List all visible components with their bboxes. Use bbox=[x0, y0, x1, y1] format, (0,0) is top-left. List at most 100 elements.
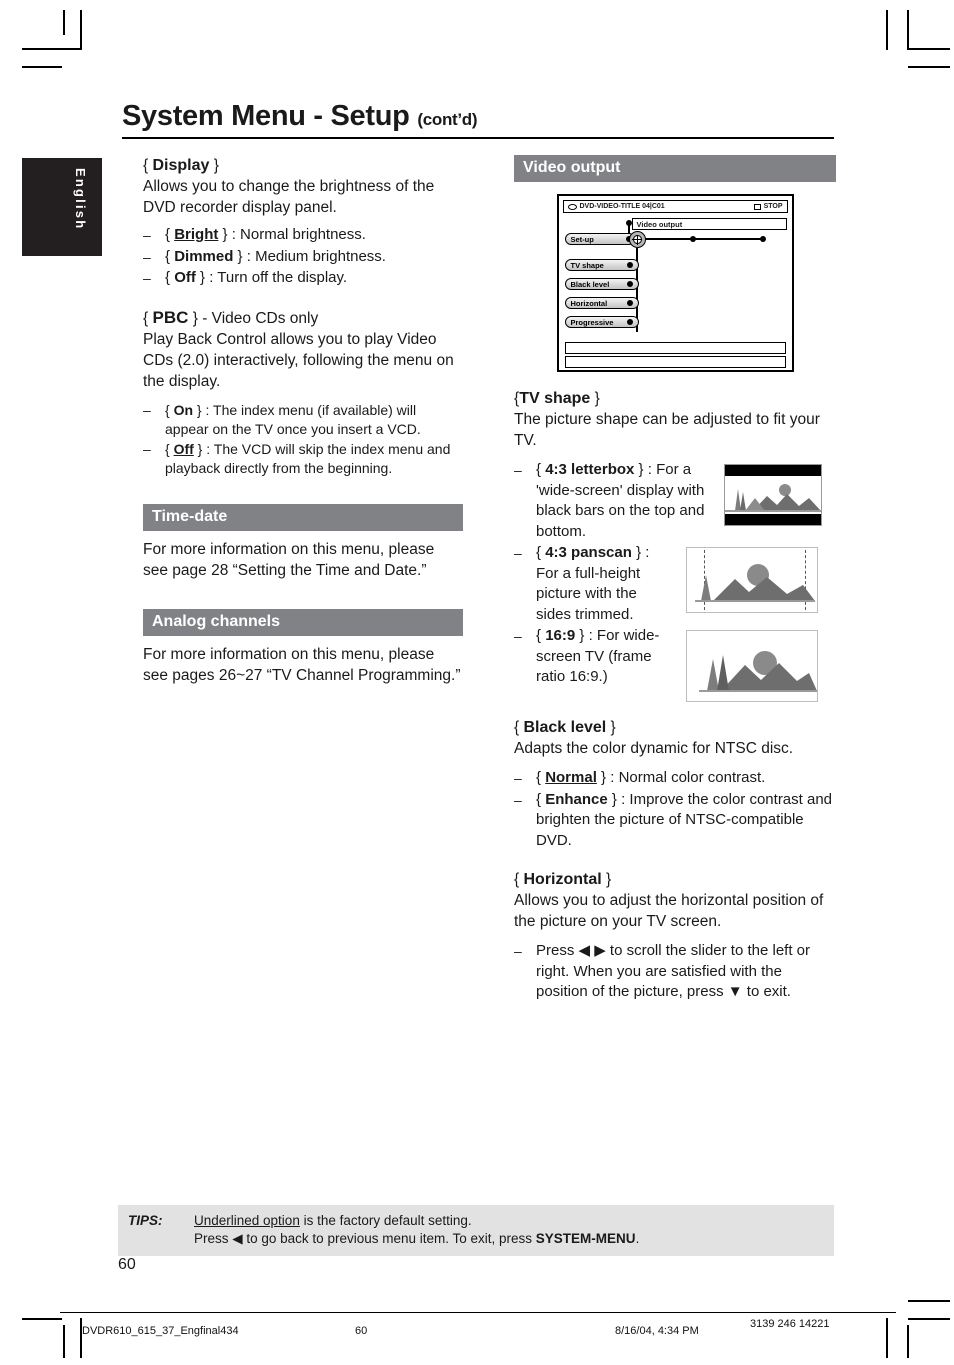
osd-menu-item-label: Progressive bbox=[570, 317, 614, 327]
option-name: Normal bbox=[545, 769, 597, 786]
osd-pill-label: Set-up bbox=[570, 234, 594, 244]
scene-svg bbox=[695, 564, 815, 602]
black-level-intro: Adapts the color dynamic for NTSC disc. bbox=[514, 740, 794, 757]
option-name: Enhance bbox=[545, 790, 608, 808]
option-name: 4:3 letterbox bbox=[545, 461, 635, 478]
panscan-text: { 4:3 panscan } : For a full-height pict… bbox=[536, 544, 650, 623]
ground-line bbox=[725, 510, 821, 512]
tips-line-1-rest: is the factory default setting. bbox=[299, 1213, 472, 1228]
scene-panscan bbox=[687, 548, 817, 612]
tree-shape bbox=[717, 655, 729, 691]
option-desc: : The index menu (if available) will app… bbox=[165, 401, 421, 437]
brace-close: } bbox=[188, 309, 203, 327]
illustration-4-3-letterbox bbox=[724, 464, 822, 526]
stop-icon bbox=[753, 203, 761, 210]
option-name: Off bbox=[173, 440, 194, 457]
osd-node-dot bbox=[625, 220, 632, 226]
title-divider bbox=[122, 137, 834, 139]
crop-mark-tr-v bbox=[886, 10, 888, 50]
illustration-4-3-panscan bbox=[686, 547, 818, 613]
horizontal-note-text: Press ◀ ▶ to scroll the slider to the le… bbox=[536, 942, 811, 1000]
osd-status-label: STOP bbox=[763, 203, 783, 210]
osd-pill-setup: Set-up bbox=[564, 233, 635, 245]
tv-shape-intro: The picture shape can be adjusted to fit… bbox=[514, 411, 820, 449]
list-item: { 16:9 } : For wide-screen TV (frame rat… bbox=[514, 626, 836, 702]
horizontal-block: { Horizontal } Allows you to adjust the … bbox=[514, 869, 836, 1003]
page-title-contd: (cont’d) bbox=[417, 110, 478, 129]
pbc-heading-suffix: - Video CDs only bbox=[202, 309, 319, 327]
footer-filename: DVDR610_615_37_Engfinal434 bbox=[82, 1325, 239, 1337]
osd-disc-info: DVD-VIDEO-TITLE 04|C01 bbox=[567, 203, 665, 210]
list-item: { Enhance } : Improve the color contrast… bbox=[514, 790, 836, 852]
horizontal-heading: { Horizontal } bbox=[514, 869, 836, 890]
pbc-heading-label: PBC bbox=[152, 307, 189, 327]
tips-line-1: Underlined option is the factory default… bbox=[194, 1212, 824, 1230]
page-title: System Menu - Setup (cont’d) bbox=[122, 100, 834, 133]
tree-shape bbox=[701, 575, 711, 601]
page-number: 60 bbox=[118, 1256, 136, 1273]
tv-shape-heading: {TV shape } bbox=[514, 388, 836, 409]
crop-mark-tl-v2 bbox=[63, 10, 65, 35]
footer-divider bbox=[60, 1312, 896, 1313]
osd-menu-item-label: Black level bbox=[570, 279, 610, 289]
tips-row-1: TIPS: Underlined option is the factory d… bbox=[118, 1212, 834, 1230]
tips-label-spacer bbox=[128, 1230, 194, 1248]
wide-16-9-row: { 16:9 } : For wide-screen TV (frame rat… bbox=[536, 626, 836, 702]
tv-shape-block: {TV shape } The picture shape can be adj… bbox=[514, 388, 836, 702]
tree-shape bbox=[740, 492, 746, 511]
option-desc: : The VCD will skip the index menu and p… bbox=[165, 440, 451, 476]
mountain-shape bbox=[713, 577, 815, 601]
osd-menu-item-label: Horizontal bbox=[570, 298, 608, 308]
list-item: { Bright } : Normal brightness. bbox=[143, 225, 463, 246]
list-item: { Dimmed } : Medium brightness. bbox=[143, 247, 463, 268]
footer-code: 3139 246 14221 bbox=[750, 1318, 830, 1330]
scene-16-9 bbox=[687, 631, 817, 701]
list-item: { Off } : The VCD will skip the index me… bbox=[143, 440, 463, 478]
time-date-body: For more information on this menu, pleas… bbox=[143, 540, 435, 579]
language-tab: English bbox=[22, 158, 102, 256]
osd-playback-status: STOP bbox=[753, 203, 783, 210]
osd-status-bar-1 bbox=[564, 342, 786, 354]
disc-icon bbox=[567, 203, 577, 210]
list-item: Press ◀ ▶ to scroll the slider to the le… bbox=[514, 941, 836, 1003]
crop-mark-tr-v2 bbox=[907, 10, 909, 50]
pbc-intro: Play Back Control allows you to play Vid… bbox=[143, 330, 454, 390]
display-intro: Allows you to change the brightness of t… bbox=[143, 178, 435, 216]
letterbox-row: { 4:3 letterbox } : For a 'wide-screen' … bbox=[536, 460, 836, 542]
list-item: { 4:3 panscan } : For a full-height pict… bbox=[514, 543, 836, 625]
osd-connector-horizontal bbox=[644, 238, 765, 240]
brace-close: } bbox=[209, 157, 219, 174]
osd-titlebar: DVD-VIDEO-TITLE 04|C01 STOP bbox=[562, 200, 788, 213]
option-name: On bbox=[173, 401, 194, 418]
tree-shape bbox=[735, 489, 741, 511]
footer-page: 60 bbox=[355, 1325, 368, 1337]
tips-underlined-term: Underlined option bbox=[194, 1213, 300, 1228]
osd-node-dot bbox=[759, 236, 766, 242]
option-name: Off bbox=[174, 269, 196, 286]
tv-shape-heading-label: TV shape bbox=[519, 390, 591, 407]
tips-box: TIPS: Underlined option is the factory d… bbox=[118, 1205, 834, 1256]
option-desc: : Normal brightness. bbox=[231, 226, 366, 243]
option-desc: : Normal color contrast. bbox=[610, 769, 766, 786]
option-name: 4:3 panscan bbox=[545, 544, 632, 561]
language-tab-label: English bbox=[73, 168, 88, 231]
footer-datetime: 8/16/04, 4:34 PM bbox=[615, 1325, 699, 1337]
pbc-heading: { PBC } - Video CDs only bbox=[143, 307, 463, 329]
osd-hub-icon bbox=[628, 231, 646, 248]
crop-mark-bl-v2 bbox=[63, 1325, 65, 1358]
ground-line bbox=[699, 690, 817, 692]
osd-current-item-box: Video output bbox=[631, 218, 787, 230]
tips-row-2: Press ◀ to go back to previous menu item… bbox=[118, 1230, 834, 1248]
display-block: { Display } Allows you to change the bri… bbox=[143, 155, 463, 289]
right-column: Video output DVD-VIDEO-TITLE 04|C01 STOP… bbox=[514, 155, 836, 1018]
option-desc: : Medium brightness. bbox=[246, 247, 386, 265]
wide-16-9-text: { 16:9 } : For wide-screen TV (frame rat… bbox=[536, 627, 660, 685]
tips-line-2: Press ◀ to go back to previous menu item… bbox=[194, 1230, 824, 1248]
ground-line bbox=[695, 600, 815, 602]
tree-shape bbox=[707, 659, 719, 691]
tips-label: TIPS: bbox=[128, 1213, 163, 1228]
osd-figure-wrapper: DVD-VIDEO-TITLE 04|C01 STOP Video output… bbox=[514, 194, 836, 372]
crop-mark-br-v bbox=[886, 1318, 888, 1358]
black-level-heading-label: Black level bbox=[523, 719, 607, 736]
black-level-options-list: { Normal } : Normal color contrast. { En… bbox=[514, 768, 836, 851]
